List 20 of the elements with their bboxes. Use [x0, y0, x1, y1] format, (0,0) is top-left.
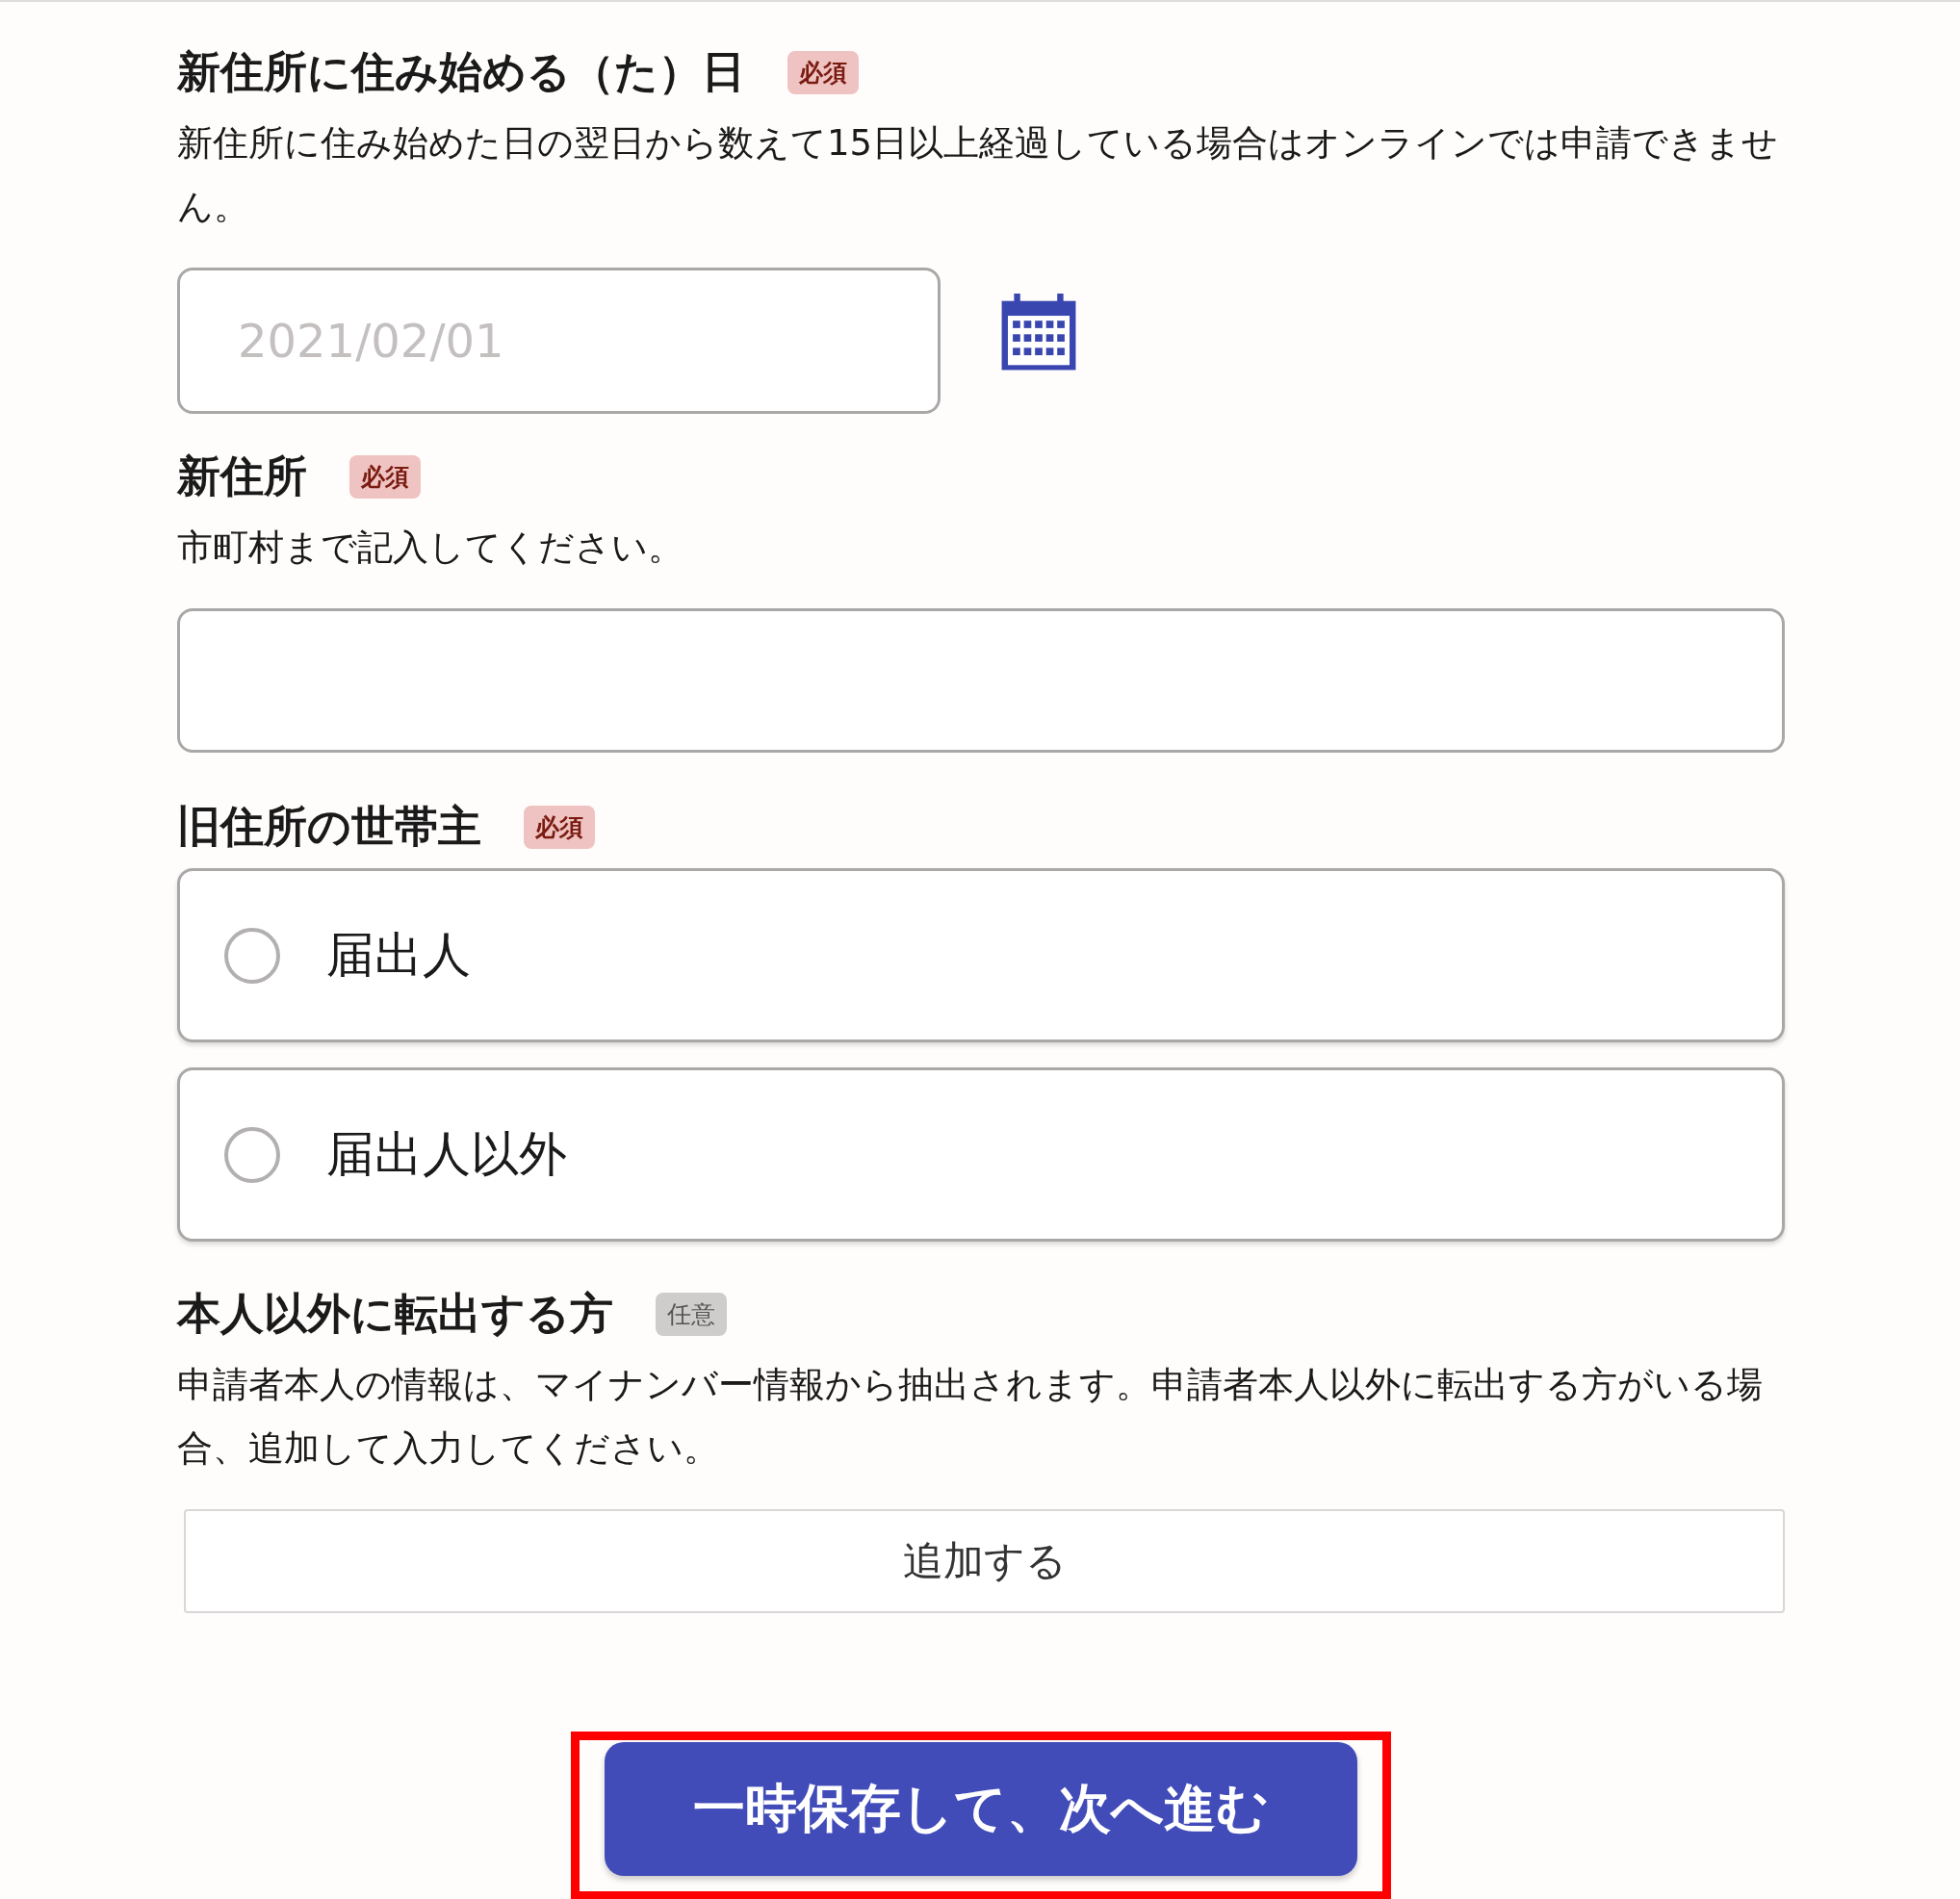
radio-option[interactable]: 届出人	[177, 868, 1785, 1042]
address-input-field[interactable]	[177, 608, 1785, 753]
section-heading: 新住所に住み始める（た）日	[177, 45, 745, 99]
field-description: 市町村まで記入してください。	[177, 526, 684, 570]
required-badge: 必須	[349, 454, 421, 499]
field-description: 新住所に住み始めた日の翌日から数えて15日以上経過している場合はオンラインでは申請できません。	[177, 121, 1780, 229]
radio-option[interactable]: 届出人以外	[177, 1067, 1785, 1242]
required-badge: 任意	[656, 1292, 727, 1336]
calendar-icon[interactable]	[1000, 294, 1077, 372]
section-heading: 新住所	[177, 449, 307, 503]
save-and-next-button[interactable]: 一時保存して、次へ進む	[605, 1742, 1357, 1876]
radio-button[interactable]	[224, 927, 280, 984]
date-input-field[interactable]: 2021/02/01	[177, 268, 941, 414]
section-heading: 旧住所の世帯主	[177, 800, 481, 854]
add-button[interactable]: 追加する	[184, 1509, 1785, 1613]
section-heading: 本人以外に転出する方	[177, 1287, 613, 1341]
required-badge: 必須	[524, 805, 595, 849]
field-description: 申請者本人の情報は、マイナンバー情報から抽出されます。申請者本人以外に転出する方がいる場合、追加して入力してください。	[177, 1363, 1764, 1471]
required-badge: 必須	[787, 50, 859, 94]
radio-button[interactable]	[224, 1126, 280, 1183]
